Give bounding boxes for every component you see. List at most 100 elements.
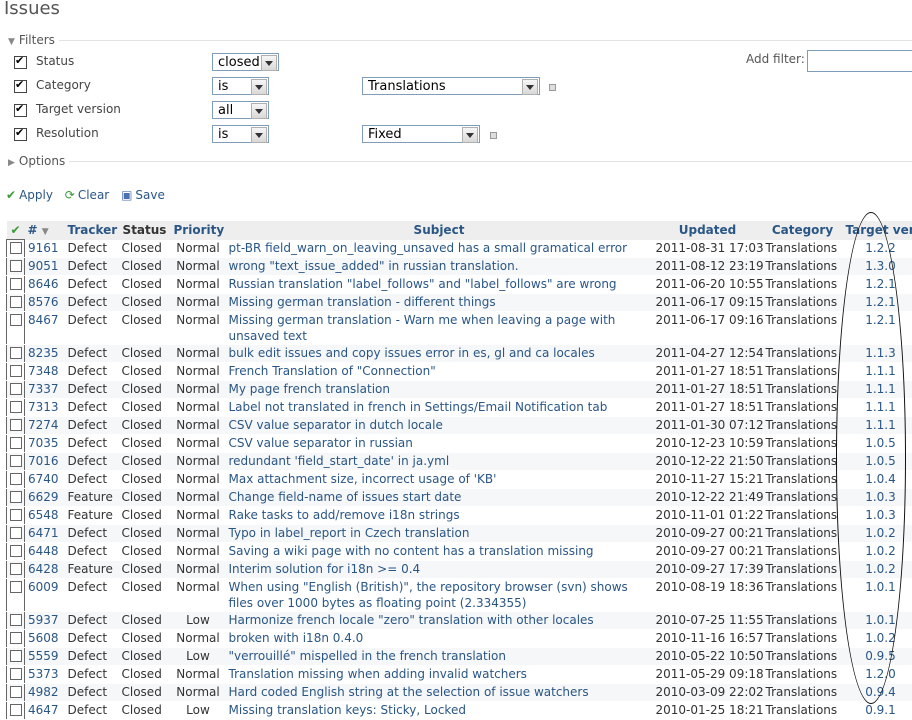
table-row[interactable]: 6448DefectClosedNormalSaving a wiki page… bbox=[7, 543, 912, 561]
column-header-category[interactable]: Category bbox=[763, 221, 843, 240]
row-checkbox[interactable] bbox=[10, 314, 22, 326]
issue-subject-link[interactable]: Saving a wiki page with no content has a… bbox=[229, 544, 594, 558]
issue-version-link[interactable]: 1.1.1 bbox=[865, 418, 896, 432]
row-checkbox[interactable] bbox=[10, 455, 22, 467]
row-checkbox[interactable] bbox=[10, 260, 22, 272]
issue-subject-link[interactable]: CSV value separator in russian bbox=[229, 436, 413, 450]
issue-version-link[interactable]: 1.2.2 bbox=[865, 241, 896, 255]
column-header-target-version[interactable]: Target vers bbox=[843, 221, 912, 240]
table-row[interactable]: 8235DefectClosedNormalbulk edit issues a… bbox=[7, 345, 912, 363]
table-row[interactable]: 4982DefectClosedNormalHard coded English… bbox=[7, 684, 912, 702]
issue-id-link[interactable]: 8576 bbox=[28, 295, 59, 309]
issue-subject-link[interactable]: When using "English (British)", the repo… bbox=[229, 580, 628, 610]
filter-status-operator-select[interactable]: closed bbox=[212, 53, 279, 71]
row-checkbox[interactable] bbox=[10, 473, 22, 485]
issue-version-link[interactable]: 1.0.4 bbox=[865, 472, 896, 486]
issue-version-link[interactable]: 1.0.1 bbox=[865, 580, 896, 594]
filter-category-operator-select[interactable]: is bbox=[212, 77, 269, 95]
table-row[interactable]: 7274DefectClosedNormalCSV value separato… bbox=[7, 417, 912, 435]
table-row[interactable]: 8576DefectClosedNormalMissing german tra… bbox=[7, 294, 912, 312]
issue-subject-link[interactable]: Interim solution for i18n >= 0.4 bbox=[229, 562, 421, 576]
issue-subject-link[interactable]: Harmonize french locale "zero" translati… bbox=[229, 613, 594, 627]
issue-id-link[interactable]: 6428 bbox=[28, 562, 59, 576]
table-row[interactable]: 6009DefectClosedNormalWhen using "Englis… bbox=[7, 579, 912, 612]
table-row[interactable]: 7035DefectClosedNormalCSV value separato… bbox=[7, 435, 912, 453]
issue-version-link[interactable]: 1.1.1 bbox=[865, 400, 896, 414]
issue-id-link[interactable]: 7274 bbox=[28, 418, 59, 432]
issue-id-link[interactable]: 7348 bbox=[28, 364, 59, 378]
row-checkbox[interactable] bbox=[10, 491, 22, 503]
issue-version-link[interactable]: 1.0.3 bbox=[865, 490, 896, 504]
toggle-all-checkbox[interactable]: ✔ bbox=[7, 221, 25, 240]
issue-version-link[interactable]: 0.9.1 bbox=[865, 703, 896, 717]
issue-version-link[interactable]: 1.1.3 bbox=[865, 346, 896, 360]
table-row[interactable]: 4647DefectClosedLowMissing translation k… bbox=[7, 702, 912, 720]
issue-version-link[interactable]: 0.9.5 bbox=[865, 649, 896, 663]
table-row[interactable]: 5608DefectClosedNormalbroken with i18n 0… bbox=[7, 630, 912, 648]
row-checkbox[interactable] bbox=[10, 365, 22, 377]
issue-version-link[interactable]: 1.2.0 bbox=[865, 667, 896, 681]
issue-version-link[interactable]: 1.0.3 bbox=[865, 508, 896, 522]
row-checkbox[interactable] bbox=[10, 509, 22, 521]
issue-id-link[interactable]: 6448 bbox=[28, 544, 59, 558]
issue-version-link[interactable]: 1.1.1 bbox=[865, 382, 896, 396]
issue-subject-link[interactable]: Hard coded English string at the selecti… bbox=[229, 685, 589, 699]
row-checkbox[interactable] bbox=[10, 347, 22, 359]
row-checkbox[interactable] bbox=[10, 419, 22, 431]
row-checkbox[interactable] bbox=[10, 242, 22, 254]
issue-subject-link[interactable]: Missing translation keys: Sticky, Locked bbox=[229, 703, 466, 717]
row-checkbox[interactable] bbox=[10, 614, 22, 626]
issue-id-link[interactable]: 6740 bbox=[28, 472, 59, 486]
issue-id-link[interactable]: 5373 bbox=[28, 667, 59, 681]
issue-id-link[interactable]: 6471 bbox=[28, 526, 59, 540]
table-row[interactable]: 9051DefectClosedNormalwrong "text_issue_… bbox=[7, 258, 912, 276]
options-legend[interactable]: ▶Options bbox=[8, 154, 69, 168]
issue-subject-link[interactable]: "verrouillé" mispelled in the french tra… bbox=[229, 649, 507, 663]
issue-subject-link[interactable]: wrong "text_issue_added" in russian tran… bbox=[229, 259, 519, 273]
filters-legend[interactable]: ▼Filters bbox=[8, 33, 59, 47]
row-checkbox[interactable] bbox=[10, 545, 22, 557]
table-row[interactable]: 7016DefectClosedNormalredundant 'field_s… bbox=[7, 453, 912, 471]
issue-id-link[interactable]: 7337 bbox=[28, 382, 59, 396]
filter-resolution-value-select[interactable]: Fixed bbox=[362, 125, 480, 143]
issue-id-link[interactable]: 7313 bbox=[28, 400, 59, 414]
issue-version-link[interactable]: 0.9.4 bbox=[865, 685, 896, 699]
issue-subject-link[interactable]: French Translation of "Connection" bbox=[229, 364, 436, 378]
table-row[interactable]: 5937DefectClosedLowHarmonize french loca… bbox=[7, 612, 912, 630]
filter-resolution-operator-select[interactable]: is bbox=[212, 125, 269, 143]
row-checkbox[interactable] bbox=[10, 296, 22, 308]
toggle-multiselect-icon[interactable] bbox=[549, 84, 556, 91]
table-row[interactable]: 7313DefectClosedNormalLabel not translat… bbox=[7, 399, 912, 417]
table-row[interactable]: 8646DefectClosedNormalRussian translatio… bbox=[7, 276, 912, 294]
issue-id-link[interactable]: 6629 bbox=[28, 490, 59, 504]
filter-status-checkbox[interactable] bbox=[14, 56, 27, 69]
row-checkbox[interactable] bbox=[10, 632, 22, 644]
issue-subject-link[interactable]: Russian translation "label_follows" and … bbox=[229, 277, 617, 291]
filter-category-value-select[interactable]: Translations bbox=[362, 77, 540, 95]
table-row[interactable]: 7337DefectClosedNormalMy page french tra… bbox=[7, 381, 912, 399]
issue-version-link[interactable]: 1.0.1 bbox=[865, 613, 896, 627]
issue-version-link[interactable]: 1.2.1 bbox=[865, 313, 896, 327]
column-header-tracker[interactable]: Tracker bbox=[65, 221, 119, 240]
filter-target-version-checkbox[interactable] bbox=[14, 104, 27, 117]
table-row[interactable]: 7348DefectClosedNormalFrench Translation… bbox=[7, 363, 912, 381]
issue-subject-link[interactable]: Change field-name of issues start date bbox=[229, 490, 462, 504]
save-link[interactable]: ▣Save bbox=[121, 188, 165, 202]
issue-id-link[interactable]: 5937 bbox=[28, 613, 59, 627]
row-checkbox[interactable] bbox=[10, 686, 22, 698]
row-checkbox[interactable] bbox=[10, 704, 22, 716]
issue-version-link[interactable]: 1.0.2 bbox=[865, 526, 896, 540]
issue-version-link[interactable]: 1.1.1 bbox=[865, 364, 896, 378]
issue-id-link[interactable]: 5559 bbox=[28, 649, 59, 663]
column-header-priority[interactable]: Priority bbox=[171, 221, 226, 240]
table-row[interactable]: 8467DefectClosedNormalMissing german tra… bbox=[7, 312, 912, 345]
table-row[interactable]: 9161DefectClosedNormalpt-BR field_warn_o… bbox=[7, 240, 912, 258]
issue-version-link[interactable]: 1.2.1 bbox=[865, 295, 896, 309]
clear-link[interactable]: ⟳Clear bbox=[65, 188, 109, 202]
issue-id-link[interactable]: 4647 bbox=[28, 703, 59, 717]
table-row[interactable]: 6471DefectClosedNormalTypo in label_repo… bbox=[7, 525, 912, 543]
table-row[interactable]: 6740DefectClosedNormalMax attachment siz… bbox=[7, 471, 912, 489]
issue-version-link[interactable]: 1.2.1 bbox=[865, 277, 896, 291]
row-checkbox[interactable] bbox=[10, 383, 22, 395]
issue-subject-link[interactable]: Missing german translation - different t… bbox=[229, 295, 496, 309]
